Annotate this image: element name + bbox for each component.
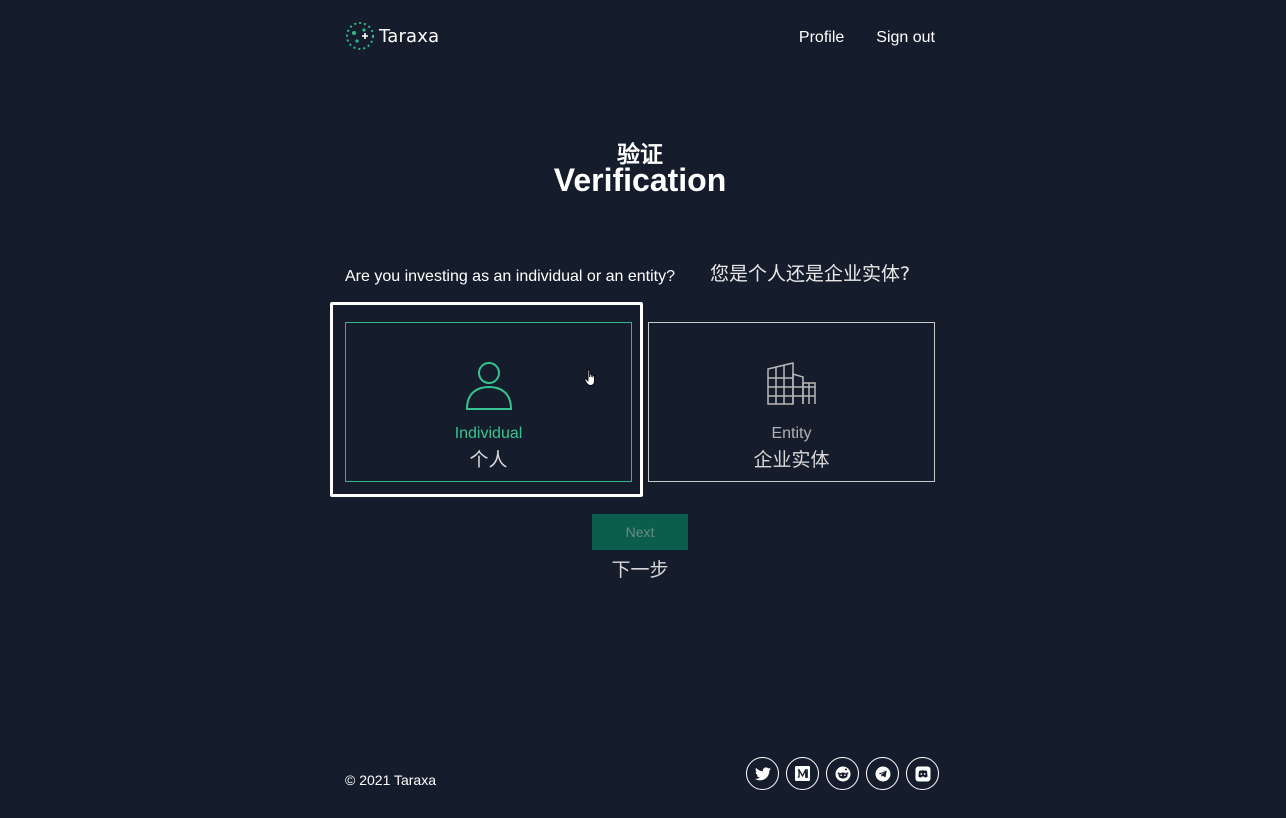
- next-label-cn: 下一步: [611, 559, 669, 581]
- entity-label-cn: 企业实体: [753, 449, 830, 471]
- reddit-icon: [835, 766, 850, 781]
- twitter-icon: [754, 766, 771, 780]
- discord-link[interactable]: [906, 757, 939, 790]
- individual-label: Individual: [454, 425, 523, 442]
- hand-cursor-icon: [584, 369, 595, 386]
- taraxa-logo[interactable]: Taraxa: [345, 21, 439, 51]
- person-icon: [465, 362, 512, 410]
- logo-text: Taraxa: [379, 25, 440, 47]
- question-label-cn: 您是个人还是企业实体?: [710, 263, 911, 285]
- building-icon: [766, 362, 816, 405]
- social-links: [746, 757, 939, 790]
- profile-link[interactable]: Profile: [799, 29, 844, 47]
- individual-label-cn: 个人: [469, 449, 508, 471]
- telegram-icon: [875, 766, 890, 781]
- entity-option-card[interactable]: Entity 企业实体: [648, 322, 935, 482]
- medium-icon: [795, 766, 810, 781]
- page-title: Verification: [553, 162, 727, 198]
- twitter-link[interactable]: [746, 757, 779, 790]
- question-label: Are you investing as an individual or an…: [345, 268, 675, 285]
- reddit-link[interactable]: [826, 757, 859, 790]
- copyright-text: © 2021 Taraxa: [345, 772, 437, 788]
- telegram-link[interactable]: [866, 757, 899, 790]
- sign-out-link[interactable]: Sign out: [876, 29, 935, 47]
- top-nav: Profile Sign out: [799, 29, 935, 47]
- taraxa-logo-icon: [346, 22, 374, 50]
- individual-option-card[interactable]: Individual 个人: [345, 322, 632, 482]
- discord-icon: [915, 766, 930, 781]
- entity-label: Entity: [771, 425, 812, 442]
- medium-link[interactable]: [786, 757, 819, 790]
- next-button[interactable]: Next: [592, 514, 688, 550]
